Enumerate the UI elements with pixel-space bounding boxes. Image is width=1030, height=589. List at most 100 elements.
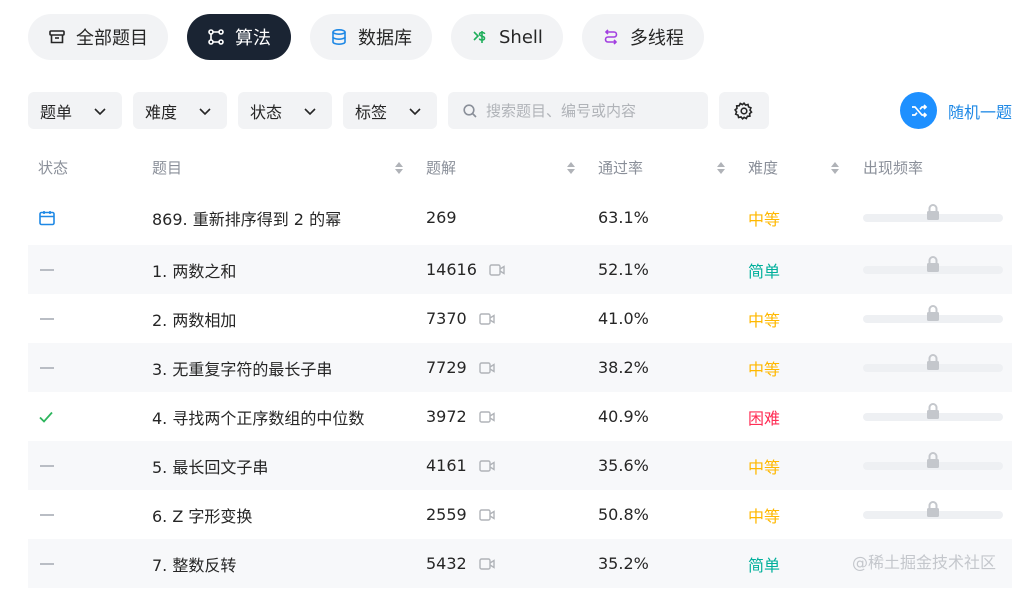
search-box[interactable] [448, 92, 708, 129]
filter-bar: 题单 难度 状态 标签 [28, 92, 769, 129]
pass-rate: 50.8% [598, 505, 649, 524]
solution-count-value: 5432 [426, 554, 467, 573]
daily-calendar-icon[interactable] [38, 193, 56, 242]
settings-button[interactable] [719, 92, 769, 129]
difficulty-badge: 困难 [748, 408, 781, 428]
table-row: 3. 无重复字符的最长子串 7729 38.2% 中等 [28, 343, 1012, 392]
problem-title-link[interactable]: 3. 无重复字符的最长子串 [152, 343, 332, 392]
frequency-bar [863, 392, 1003, 441]
pass-rate: 40.9% [598, 407, 649, 426]
problem-title-link[interactable]: 7. 整数反转 [152, 539, 236, 588]
solution-count[interactable]: 7370 [426, 294, 495, 343]
table-row: 869. 重新排序得到 2 的幂 269 63.1% 中等 [28, 193, 1012, 242]
header-title[interactable]: 题目 [152, 157, 182, 178]
table-header: 状态 题目 题解 通过率 难度 出现频率 [28, 152, 1012, 184]
pass-rate: 41.0% [598, 309, 649, 328]
thread-icon [602, 28, 620, 46]
tab-algorithms[interactable]: 算法 [187, 14, 291, 60]
pass-rate: 52.1% [598, 260, 649, 279]
sort-icon[interactable] [830, 160, 840, 176]
random-problem-label: 随机一题 [948, 102, 1013, 122]
table-row: 4. 寻找两个正序数组的中位数 3972 40.9% 困难 [28, 392, 1012, 441]
difficulty-badge: 中等 [748, 506, 781, 526]
pass-rate: 35.6% [598, 456, 649, 475]
pass-rate: 63.1% [598, 208, 649, 227]
problem-title-link[interactable]: 869. 重新排序得到 2 的幂 [152, 193, 341, 242]
status-unattempted [38, 343, 54, 392]
archive-icon [48, 28, 66, 46]
header-solutions[interactable]: 题解 [426, 157, 456, 178]
solution-count[interactable]: 5432 [426, 539, 495, 588]
video-icon [479, 459, 495, 472]
problem-title-link[interactable]: 2. 两数相加 [152, 294, 236, 343]
lock-icon [927, 451, 939, 468]
status-dropdown[interactable]: 状态 [238, 92, 332, 129]
pass-rate: 35.2% [598, 554, 649, 573]
tab-label: Shell [499, 26, 543, 48]
random-problem-button[interactable]: 随机一题 [900, 92, 1012, 129]
database-icon [330, 28, 348, 46]
search-input[interactable] [486, 101, 686, 120]
video-icon [479, 557, 495, 570]
difficulty-badge: 中等 [748, 359, 781, 379]
solution-count[interactable]: 2559 [426, 490, 495, 539]
pass-rate: 38.2% [598, 358, 649, 377]
tab-all-problems[interactable]: 全部题目 [28, 14, 168, 60]
video-icon [479, 508, 495, 521]
solution-count-value: 4161 [426, 456, 467, 475]
tags-dropdown[interactable]: 标签 [343, 92, 437, 129]
algorithm-icon [207, 28, 225, 46]
status-unattempted [38, 245, 54, 294]
header-frequency: 出现频率 [863, 159, 924, 177]
video-icon [479, 312, 495, 325]
difficulty-badge: 中等 [748, 310, 781, 330]
difficulty-dropdown[interactable]: 难度 [133, 92, 227, 129]
status-unattempted [38, 441, 54, 490]
header-pass-rate[interactable]: 通过率 [598, 157, 643, 178]
lock-icon [927, 203, 939, 220]
difficulty-badge: 中等 [748, 457, 781, 477]
status-unattempted [38, 294, 54, 343]
solution-count[interactable]: 7729 [426, 343, 495, 392]
chevron-down-icon [199, 107, 211, 115]
tab-label: 全部题目 [76, 28, 148, 49]
solution-count-value: 7370 [426, 309, 467, 328]
table-row: 2. 两数相加 7370 41.0% 中等 [28, 294, 1012, 343]
search-icon [463, 103, 477, 118]
solution-count[interactable]: 4161 [426, 441, 495, 490]
problem-title-link[interactable]: 4. 寻找两个正序数组的中位数 [152, 392, 364, 441]
tab-shell[interactable]: Shell [451, 14, 563, 60]
category-tabs: 全部题目 算法 数据库 Shell 多线程 [28, 14, 704, 60]
sort-icon[interactable] [394, 160, 404, 176]
frequency-bar [863, 441, 1003, 490]
tab-multithreading[interactable]: 多线程 [581, 14, 704, 60]
sort-icon[interactable] [716, 160, 726, 176]
lock-icon [927, 255, 939, 272]
problem-title-link[interactable]: 5. 最长回文子串 [152, 441, 268, 490]
sort-icon[interactable] [566, 160, 576, 176]
dropdown-label: 状态 [250, 102, 283, 122]
problem-list-dropdown[interactable]: 题单 [28, 92, 122, 129]
tab-label: 数据库 [358, 28, 412, 49]
header-status: 状态 [38, 159, 69, 177]
solution-count-value: 7729 [426, 358, 467, 377]
problem-title-link[interactable]: 6. Z 字形变换 [152, 490, 252, 539]
lock-icon [927, 500, 939, 517]
solution-count-value: 3972 [426, 407, 467, 426]
tab-label: 多线程 [629, 28, 684, 49]
shuffle-icon [900, 92, 937, 129]
table-row: 5. 最长回文子串 4161 35.6% 中等 [28, 441, 1012, 490]
lock-icon [927, 402, 939, 419]
solution-count-value: 2559 [426, 505, 467, 524]
problem-title-link[interactable]: 1. 两数之和 [152, 245, 236, 294]
solution-count[interactable]: 269 [426, 193, 457, 242]
solution-count[interactable]: 3972 [426, 392, 495, 441]
header-difficulty[interactable]: 难度 [748, 157, 778, 178]
lock-icon [927, 353, 939, 370]
chevron-down-icon [94, 107, 106, 115]
tab-database[interactable]: 数据库 [310, 14, 432, 60]
solution-count[interactable]: 14616 [426, 245, 505, 294]
shell-icon [471, 28, 489, 46]
difficulty-badge: 简单 [748, 261, 781, 281]
difficulty-badge: 中等 [748, 209, 781, 229]
